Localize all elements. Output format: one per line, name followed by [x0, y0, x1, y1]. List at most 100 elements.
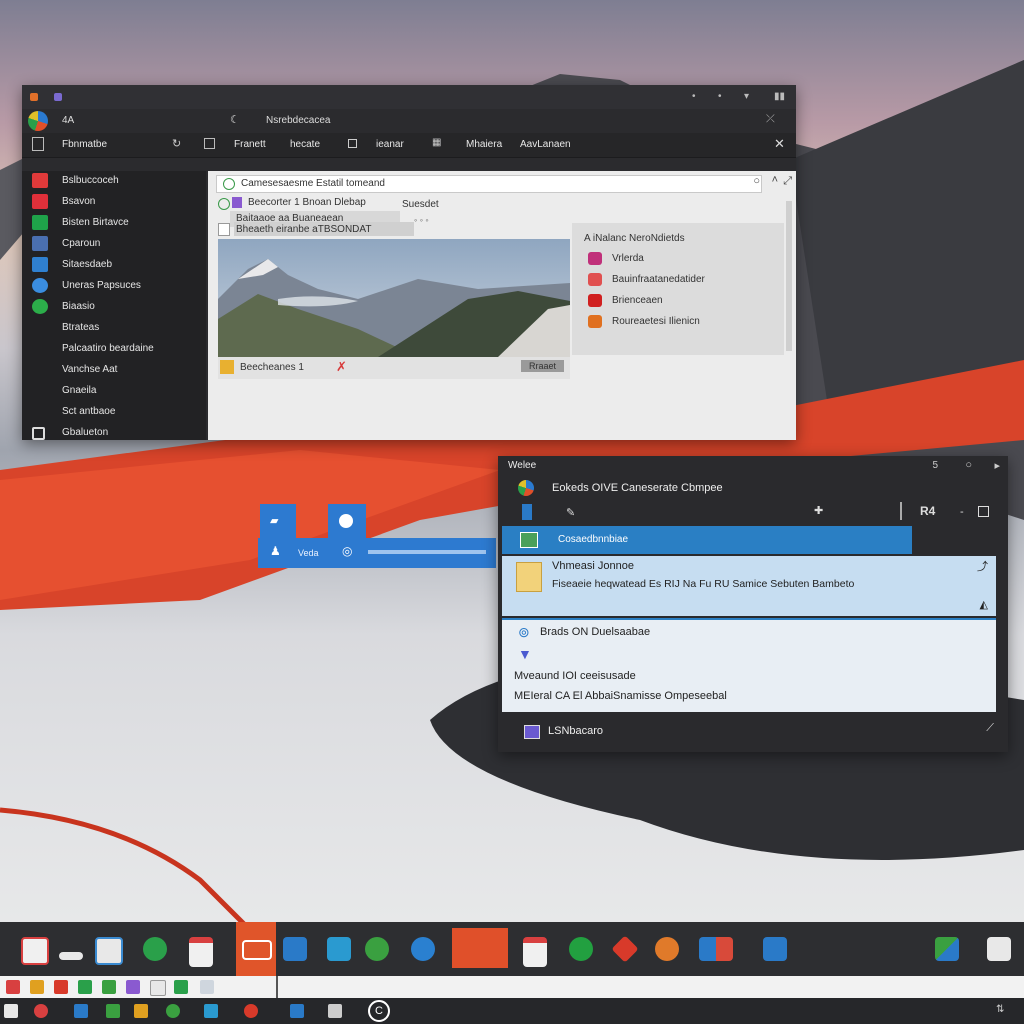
- sidebar-item-3[interactable]: Cparoun: [22, 234, 206, 254]
- dock-arrow-icon[interactable]: ⇅: [996, 1004, 1004, 1015]
- taskbar-button-0[interactable]: [18, 934, 49, 965]
- sidebar-item-8[interactable]: Palcaatiro beardaine: [22, 339, 206, 359]
- browser-logo-icon[interactable]: [28, 111, 48, 131]
- window-icon[interactable]: [978, 506, 989, 517]
- sidebar-item-4[interactable]: Sitaesdaeb: [22, 255, 206, 275]
- sidebar-item-11[interactable]: Sct antbaoe: [22, 402, 206, 422]
- taskbar-button-3[interactable]: [140, 934, 170, 964]
- window-menu-icon[interactable]: ▮▮: [774, 91, 785, 102]
- taskbar-button-18[interactable]: [984, 934, 1014, 964]
- tray-red-icon[interactable]: [54, 980, 68, 994]
- arrow-icon[interactable]: ↻: [172, 137, 181, 150]
- dock-leaf-icon[interactable]: [106, 1004, 120, 1018]
- sidebar-item-10[interactable]: Gnaeila: [22, 381, 206, 401]
- dock-grid-icon[interactable]: [328, 1004, 342, 1018]
- tile-bar[interactable]: ♟ Veda ◎: [258, 538, 496, 568]
- tray-app-icon[interactable]: [6, 980, 20, 994]
- caption-button[interactable]: Rraaet: [520, 360, 564, 372]
- sidebar-item-12[interactable]: Gbalueton: [22, 423, 206, 443]
- tray-pin-icon[interactable]: [174, 980, 188, 994]
- dock-map-icon[interactable]: [290, 1004, 304, 1018]
- taskbar-button-10[interactable]: [452, 928, 508, 968]
- file-explorer-window[interactable]: • • ▾ ▮▮ 4A ☾ Nsrebdecacea ⤫ Fbnmatbe ↻ …: [22, 85, 796, 440]
- entry-line-3[interactable]: Bheaeth eiranbe aTBSONDAT: [236, 224, 371, 235]
- sidebar-item-5[interactable]: Uneras Papsuces: [22, 276, 206, 296]
- sidebar-item-1[interactable]: Bsavon: [22, 192, 206, 212]
- menu-item-5[interactable]: AavLanaen: [520, 139, 571, 150]
- list-item-2[interactable]: MEIeral CA El AbbaiSnamisse Ompeseebal: [514, 690, 727, 702]
- search-icon[interactable]: ○: [753, 175, 760, 187]
- tab-label[interactable]: 4A: [62, 115, 74, 126]
- taskbar-button-8[interactable]: [362, 934, 392, 964]
- user-badge-icon[interactable]: R4: [920, 504, 935, 518]
- address-bar[interactable]: Camesesaesme Estatil tomeand: [216, 175, 762, 193]
- plus-icon[interactable]: ✚: [814, 504, 823, 517]
- tile-circle[interactable]: [328, 504, 366, 538]
- file-icon[interactable]: [32, 137, 44, 151]
- menu-item-0[interactable]: Fbnmatbe: [62, 139, 107, 150]
- grid-icon[interactable]: ▦: [432, 137, 441, 148]
- dock-chrome-icon[interactable]: [34, 1004, 48, 1018]
- vertical-scrollbar[interactable]: [786, 201, 792, 351]
- sidebar-item-6[interactable]: Biaasio: [22, 297, 206, 317]
- sidebar-item-9[interactable]: Vanchse Aat: [22, 360, 206, 380]
- taskbar-button-9[interactable]: [408, 934, 438, 964]
- taskbar-button-2[interactable]: [92, 934, 123, 965]
- title-bar[interactable]: • • ▾ ▮▮: [22, 85, 796, 109]
- minimize-icon[interactable]: 5: [932, 460, 938, 471]
- list-item-1[interactable]: Mveaund IOI ceeisusade: [514, 670, 636, 682]
- small-box-icon[interactable]: [348, 139, 357, 148]
- sidebar-item-7[interactable]: Btrateas: [22, 318, 206, 338]
- tray-check-icon[interactable]: [78, 980, 92, 994]
- pin-icon[interactable]: ⤫: [766, 113, 775, 126]
- menu-item-3[interactable]: ieanar: [376, 139, 404, 150]
- tile-folder[interactable]: ▰: [260, 504, 296, 538]
- dock-copyright-icon[interactable]: C: [368, 1000, 390, 1022]
- menu-item-4[interactable]: Mhaiera: [466, 139, 502, 150]
- pin-icon[interactable]: ⤴: [977, 558, 988, 574]
- dock-green-icon[interactable]: [166, 1004, 180, 1018]
- selected-row[interactable]: Cosaedbnnbiae: [502, 526, 912, 554]
- tray-doc-icon[interactable]: [150, 980, 166, 996]
- taskbar-button-12[interactable]: [566, 934, 596, 964]
- bell-icon[interactable]: ◭: [980, 598, 988, 611]
- dot-icon[interactable]: -: [960, 506, 964, 518]
- sidebar-item-0[interactable]: Bslbuccoceh: [22, 171, 206, 191]
- dock-opera-icon[interactable]: [244, 1004, 258, 1018]
- dock-store-icon[interactable]: [74, 1004, 88, 1018]
- restore-icon[interactable]: •: [718, 91, 722, 102]
- taskbar-button-16[interactable]: [760, 934, 790, 964]
- resize-icon[interactable]: ⟋: [986, 722, 994, 735]
- tray-warn-icon[interactable]: [30, 980, 44, 994]
- close-icon[interactable]: ▸: [994, 459, 1000, 472]
- phone-icon[interactable]: [522, 504, 532, 520]
- entry-line-1[interactable]: Beecorter 1 Bnoan Dlebap: [248, 197, 366, 208]
- chevron-up-icon[interactable]: ˄: [772, 174, 778, 186]
- dock-doc-icon[interactable]: [4, 1004, 18, 1018]
- taskbar-button-7[interactable]: [324, 934, 354, 964]
- taskbar-button-1[interactable]: [56, 934, 86, 964]
- box-icon[interactable]: [204, 138, 215, 149]
- restore-icon[interactable]: ○: [965, 459, 972, 471]
- menu-item-1[interactable]: Franett: [234, 139, 266, 150]
- taskbar-button-13[interactable]: [610, 934, 640, 964]
- close-icon[interactable]: ✕: [774, 136, 785, 152]
- info-card[interactable]: Vhmeasi Jonnoe Fiseaeie heqwatead Es RIJ…: [502, 556, 996, 616]
- minimize-icon[interactable]: •: [692, 91, 696, 102]
- menu-item-2[interactable]: hecate: [290, 139, 320, 150]
- list-item-0[interactable]: Brads ON Duelsaabae: [540, 626, 650, 638]
- dock-folder-icon[interactable]: [134, 1004, 148, 1018]
- taskbar-button-5[interactable]: [236, 922, 276, 976]
- tray-leaf-icon[interactable]: [102, 980, 116, 994]
- dialog-window[interactable]: Welee 5 ○ ▸ Eokeds OIVE Caneserate Cbmpe…: [498, 456, 1008, 752]
- taskbar-button-17[interactable]: [932, 934, 962, 964]
- tray-window-icon[interactable]: [200, 980, 214, 994]
- mountain-photo[interactable]: [218, 239, 570, 357]
- dots-icon[interactable]: ◦ ◦ ◦: [414, 215, 429, 225]
- taskbar-button-14[interactable]: [652, 934, 682, 964]
- expand-icon[interactable]: ⤢: [783, 175, 792, 188]
- moon-icon[interactable]: ☾: [230, 113, 240, 126]
- entry-line-1b[interactable]: Suesdet: [402, 199, 439, 210]
- pen-icon[interactable]: ✎: [566, 506, 575, 519]
- taskbar-button-11[interactable]: [520, 934, 550, 967]
